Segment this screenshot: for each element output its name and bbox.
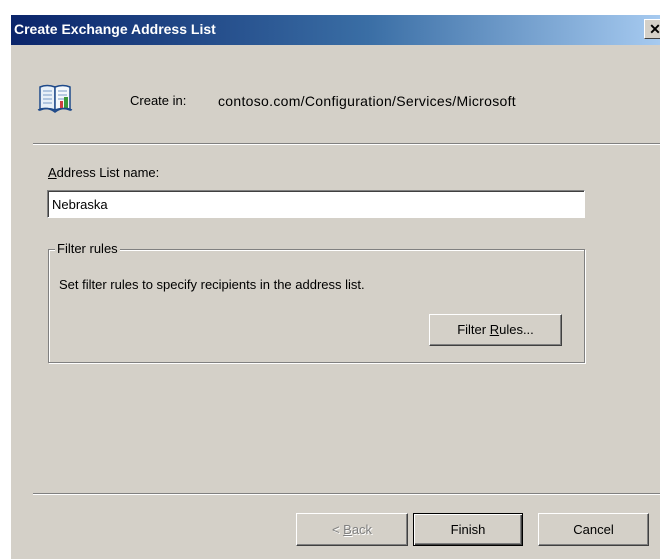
title-bar[interactable]: Create Exchange Address List ✕	[11, 15, 660, 45]
back-button-suffix: ack	[351, 522, 373, 537]
create-in-label: Create in:	[130, 93, 187, 108]
filter-rules-button-suffix: ules...	[499, 322, 534, 337]
footer-divider	[33, 493, 660, 495]
back-button-prefix: <	[331, 522, 344, 537]
open-book-icon	[37, 84, 73, 113]
back-button-mnemonic: B	[343, 522, 352, 537]
filter-rules-description: Set filter rules to specify recipients i…	[59, 277, 365, 292]
cancel-button[interactable]: Cancel	[538, 513, 649, 546]
name-label-text: ddress List name:	[56, 165, 160, 180]
create-in-path: contoso.com/Configuration/Services/Micro…	[218, 93, 516, 109]
filter-rules-button-mnemonic: R	[489, 322, 500, 337]
filter-rules-button-prefix: Filter	[457, 322, 490, 337]
close-button[interactable]: ✕	[644, 19, 660, 39]
back-button[interactable]: < Back	[296, 513, 408, 546]
filter-rules-button[interactable]: Filter Rules...	[429, 314, 562, 346]
name-label-mnemonic: A	[48, 165, 57, 180]
finish-button[interactable]: Finish	[413, 513, 523, 546]
filter-rules-legend: Filter rules	[55, 241, 120, 256]
window-title: Create Exchange Address List	[14, 21, 216, 37]
header-divider	[33, 143, 660, 145]
close-icon: ✕	[649, 21, 660, 37]
create-address-list-dialog: Create Exchange Address List ✕ Create in…	[11, 15, 660, 559]
address-list-name-label: Address List name:	[48, 165, 159, 180]
address-list-name-input[interactable]	[47, 190, 585, 218]
